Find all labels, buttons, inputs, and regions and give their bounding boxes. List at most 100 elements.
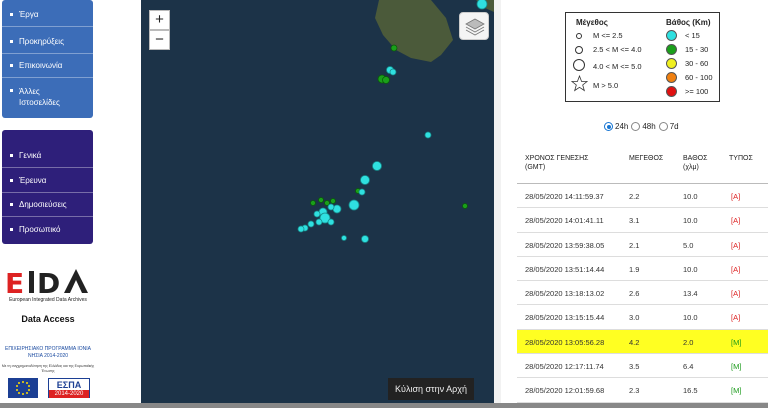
layers-button[interactable] xyxy=(459,12,489,40)
cell-time: 28/05/2020 13:18:13.02 xyxy=(525,289,605,299)
data-access-heading: Data Access xyxy=(21,314,75,324)
earthquake-table: ΧΡΟΝΟΣ ΓΕΝΕΣΗΣ (GMT) ΜΕΓΕΘΟΣ ΒΑΘΟΣ (χλμ) Τ… xyxy=(517,146,768,403)
radio-24h[interactable] xyxy=(604,122,613,131)
cell-type: [M] xyxy=(731,362,742,372)
cell-time: 28/05/2020 13:59:38.05 xyxy=(525,240,605,250)
cell-depth: 10.0 xyxy=(683,216,698,226)
scrollbar[interactable] xyxy=(494,0,501,403)
depth-label: < 15 xyxy=(685,31,700,40)
cell-type: [A] xyxy=(731,264,741,274)
espa-label: ΕΣΠΑ xyxy=(56,380,82,390)
quake-marker xyxy=(315,218,323,226)
quake-marker xyxy=(462,203,468,209)
table-row[interactable]: 28/05/2020 13:15:15.44 3.0 10.0 [A] xyxy=(517,305,768,330)
menu-label: Δημοσιεύσεις xyxy=(19,200,67,209)
quake-marker xyxy=(341,235,347,241)
table-body: 28/05/2020 14:11:59.37 2.2 10.0 [A] 28/05/20… xyxy=(517,184,768,403)
top-menu: Έργα Προκηρύξεις Επικοινωνία Άλλες Ιστοσ… xyxy=(2,0,93,118)
table-row[interactable]: 28/05/2020 14:11:59.37 2.2 10.0 [A] xyxy=(517,184,768,209)
depth-swatch xyxy=(666,58,677,69)
earthquake-map[interactable]: + − Κύλιση στην Αρχή xyxy=(141,0,494,403)
quake-marker xyxy=(318,197,324,203)
eida-logo-icon: E D xyxy=(5,267,88,300)
menu-label: Επικοινωνία xyxy=(19,61,63,70)
magnitude-legend-title: Μέγεθος xyxy=(576,18,608,27)
menu-label: Προκηρύξεις xyxy=(19,37,64,46)
cell-type: [A] xyxy=(731,192,741,201)
table-row[interactable]: 28/05/2020 13:18:13.02 2.6 13.4 [A] xyxy=(517,281,768,306)
menu-item-general[interactable]: Γενικά xyxy=(2,144,93,168)
table-row[interactable]: 28/05/2020 13:59:38.05 2.1 5.0 [A] xyxy=(517,233,768,257)
quake-marker xyxy=(327,218,335,226)
cell-type: [M] xyxy=(731,386,742,396)
radio-48h[interactable] xyxy=(631,122,641,131)
magnitude-label: M > 5.0 xyxy=(593,81,619,90)
table-row[interactable]: 28/05/2020 12:17:11.74 3.5 6.4 [M] xyxy=(517,354,768,379)
bullet-icon xyxy=(10,13,13,16)
table-row[interactable]: 28/05/2020 12:01:59.68 2.3 16.5 [M] xyxy=(517,378,768,403)
cell-time: 28/05/2020 12:01:59.68 xyxy=(525,386,605,396)
cell-depth: 16.5 xyxy=(683,386,698,396)
magnitude-label: 4.0 < M <= 5.0 xyxy=(593,62,642,71)
map-canvas xyxy=(297,0,494,243)
bullet-icon xyxy=(10,154,13,157)
quake-marker xyxy=(348,199,360,211)
cell-magnitude: 2.6 xyxy=(629,289,640,299)
magnitude-symbol-medium xyxy=(575,46,583,54)
radio-label: 7d xyxy=(669,122,679,131)
espa-logo: ΕΣΠΑ 2014-2020 xyxy=(48,378,90,398)
cell-magnitude: 3.0 xyxy=(629,313,640,323)
quake-marker xyxy=(307,220,315,228)
scroll-to-top-button[interactable]: Κύλιση στην Αρχή xyxy=(388,378,474,400)
magnitude-symbol-small xyxy=(576,33,582,39)
horizontal-scrollbar[interactable] xyxy=(0,403,768,408)
menu-item-publications[interactable]: Δημοσιεύσεις xyxy=(2,193,93,217)
quake-marker xyxy=(476,0,488,10)
quake-marker xyxy=(327,203,335,211)
table-row[interactable]: 28/05/2020 13:51:14.44 1.9 10.0 [A] xyxy=(517,257,768,282)
cell-depth: 6.4 xyxy=(683,362,694,372)
depth-swatch xyxy=(666,72,677,83)
header-type: ΤΥΠΟΣ xyxy=(729,155,753,162)
cell-time: 28/05/2020 13:05:56.28 xyxy=(525,337,605,347)
quake-marker xyxy=(424,131,432,139)
table-row[interactable]: 28/05/2020 13:05:56.28 4.2 2.0 [M] xyxy=(517,329,768,355)
menu-item-projects[interactable]: Έργα xyxy=(2,3,93,27)
zoom-in-button[interactable]: + xyxy=(149,10,170,30)
table-row[interactable]: 28/05/2020 14:01:41.11 3.1 10.0 [A] xyxy=(517,208,768,233)
eu-flag-icon xyxy=(8,378,38,398)
depth-label: 15 - 30 xyxy=(685,45,709,54)
header-time: ΧΡΟΝΟΣ ΓΕΝΕΣΗΣ (GMT) xyxy=(525,155,589,171)
menu-item-staff[interactable]: Προσωπικό xyxy=(2,217,93,241)
cell-magnitude: 2.2 xyxy=(629,192,640,201)
menu-label: Προσωπικό xyxy=(19,224,61,234)
menu-item-other-sites[interactable]: Άλλες Ιστοσελίδες xyxy=(2,80,93,114)
menu-label: Άλλες Ιστοσελίδες xyxy=(19,87,60,107)
header-magnitude: ΜΕΓΕΘΟΣ xyxy=(629,155,664,162)
bottom-menu: Γενικά Έρευνα Δημοσιεύσεις Προσωπικό xyxy=(2,130,93,244)
quake-marker xyxy=(297,225,305,233)
eida-subtitle: European Integrated Data Archives xyxy=(9,297,87,303)
quake-marker xyxy=(382,76,390,84)
cell-magnitude: 4.2 xyxy=(629,337,640,347)
depth-label: 60 - 100 xyxy=(685,73,713,82)
quake-marker xyxy=(313,210,321,218)
menu-item-research[interactable]: Έρευνα xyxy=(2,169,93,193)
cell-magnitude: 3.1 xyxy=(629,216,640,226)
quake-marker xyxy=(389,68,397,76)
depth-label: 30 - 60 xyxy=(685,59,709,68)
zoom-out-button[interactable]: − xyxy=(149,30,170,50)
menu-item-contact[interactable]: Επικοινωνία xyxy=(2,54,93,78)
radio-7d[interactable] xyxy=(658,122,668,131)
cell-depth: 2.0 xyxy=(683,337,694,347)
eida-logo[interactable]: E D European Integrated Data Archives xyxy=(2,265,94,305)
cell-time: 28/05/2020 14:11:59.37 xyxy=(525,192,604,201)
quake-marker xyxy=(361,235,369,243)
quake-marker xyxy=(372,161,382,171)
quake-marker xyxy=(390,44,398,52)
depth-swatch xyxy=(666,30,677,41)
menu-item-announcements[interactable]: Προκηρύξεις xyxy=(2,30,93,54)
svg-text:E: E xyxy=(5,267,24,297)
quake-marker xyxy=(358,188,366,196)
cell-depth: 5.0 xyxy=(683,240,694,250)
